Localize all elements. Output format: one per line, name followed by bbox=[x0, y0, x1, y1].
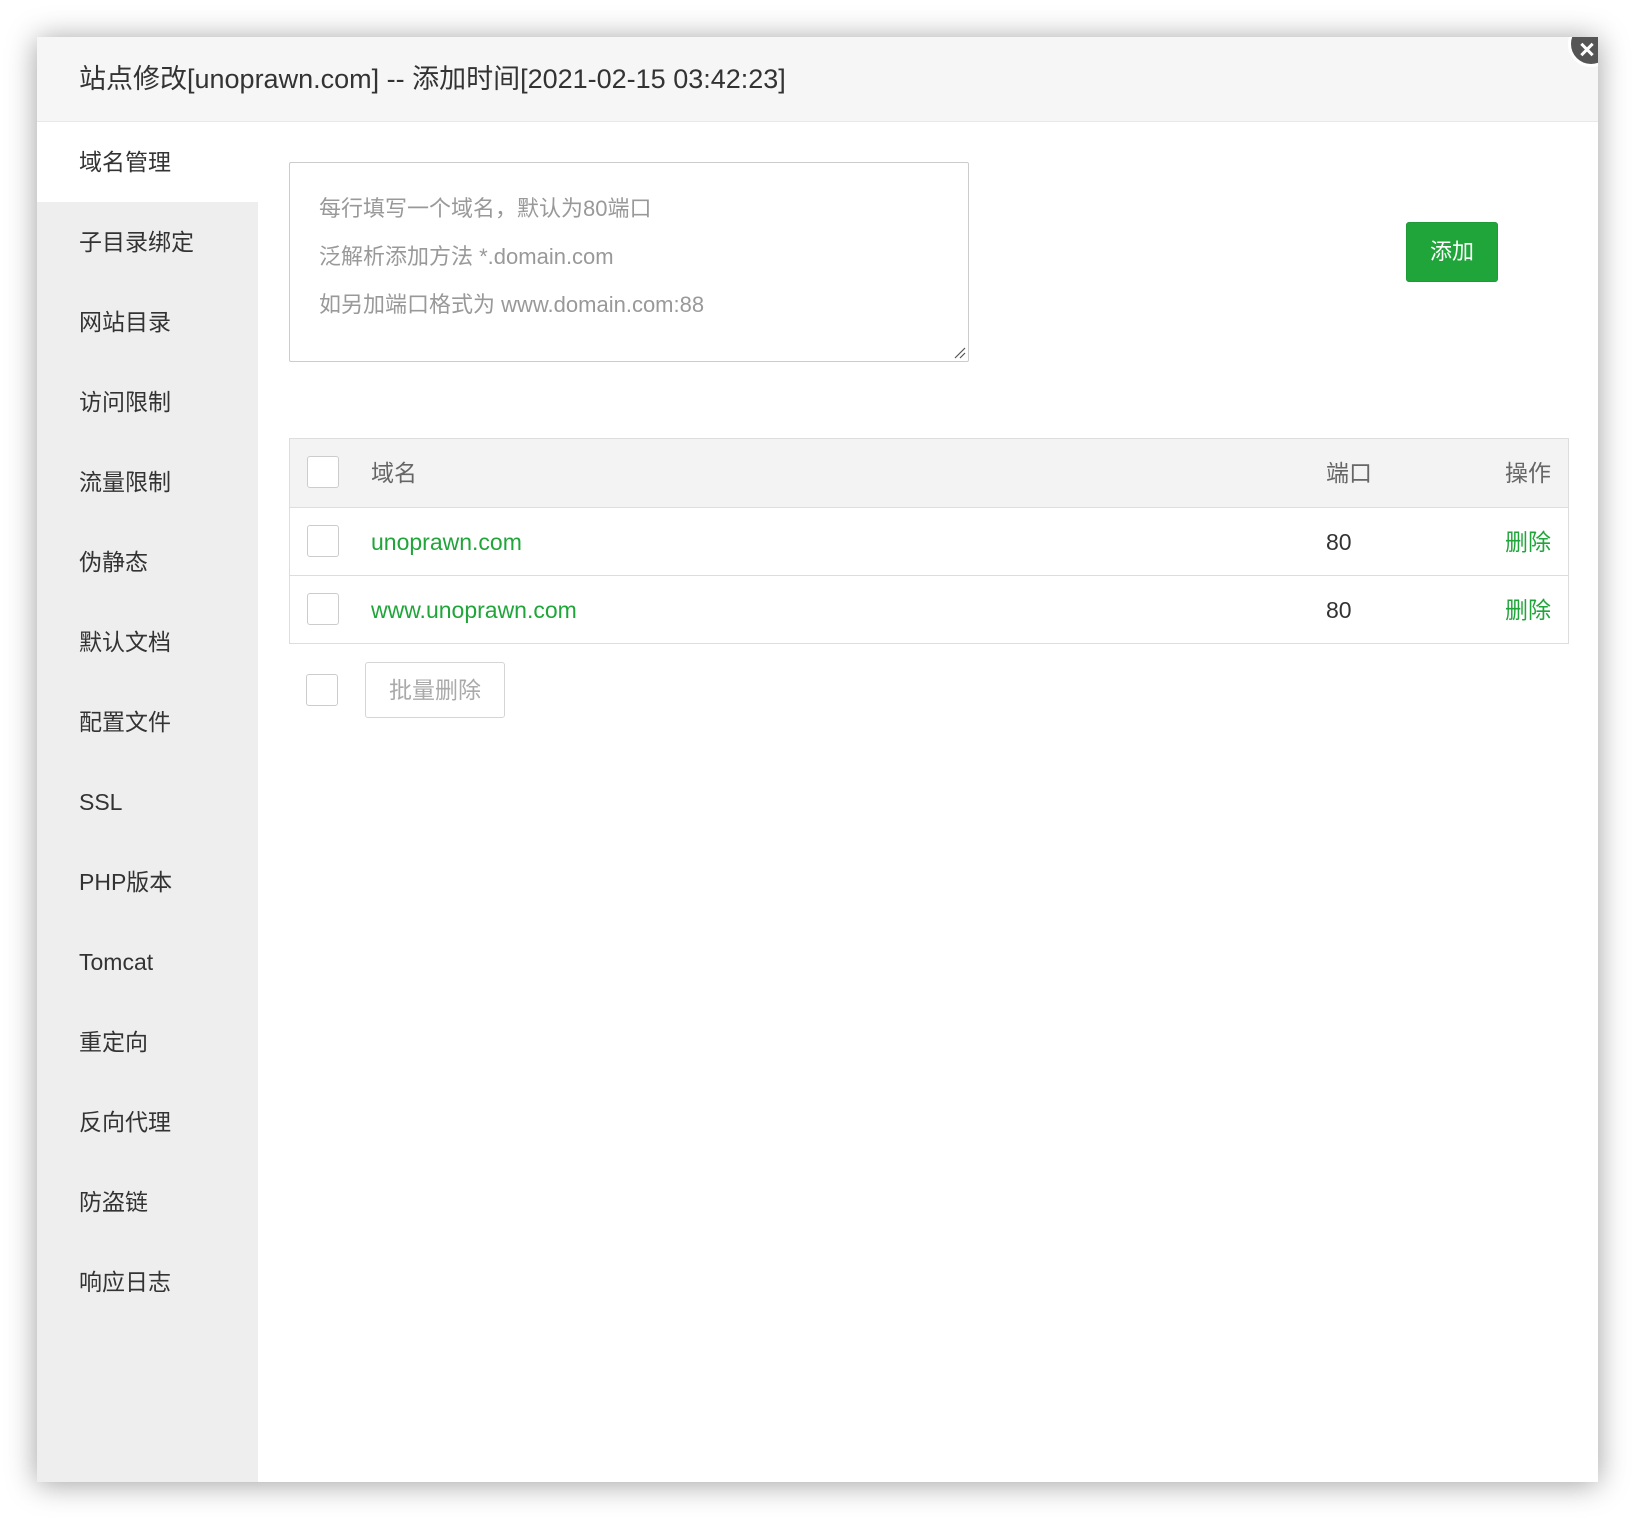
sidebar-item-response-log[interactable]: 响应日志 bbox=[37, 1242, 258, 1322]
table-row: www.unoprawn.com 80 删除 bbox=[290, 575, 1568, 643]
sidebar-item-reverse-proxy[interactable]: 反向代理 bbox=[37, 1082, 258, 1162]
domain-table: 域名 端口 操作 unoprawn.com 80 删除 www.unoprawn… bbox=[289, 438, 1569, 644]
dialog-titlebar: 站点修改[unoprawn.com] -- 添加时间[2021-02-15 03… bbox=[37, 37, 1598, 122]
domain-input[interactable]: 每行填写一个域名，默认为80端口 泛解析添加方法 *.domain.com 如另… bbox=[289, 162, 969, 362]
delete-link[interactable]: 删除 bbox=[1505, 576, 1551, 644]
sidebar-item-tomcat[interactable]: Tomcat bbox=[37, 922, 258, 1002]
site-edit-dialog: 站点修改[unoprawn.com] -- 添加时间[2021-02-15 03… bbox=[37, 37, 1598, 1482]
sidebar-item-rewrite[interactable]: 伪静态 bbox=[37, 522, 258, 602]
domain-link[interactable]: www.unoprawn.com bbox=[371, 576, 577, 644]
column-header-port: 端口 bbox=[1326, 460, 1372, 486]
sidebar-item-traffic-limit[interactable]: 流量限制 bbox=[37, 442, 258, 522]
table-row: unoprawn.com 80 删除 bbox=[290, 507, 1568, 575]
add-domain-button[interactable]: 添加 bbox=[1406, 222, 1498, 282]
sidebar-item-domain-management[interactable]: 域名管理 bbox=[37, 122, 258, 202]
bulk-delete-button[interactable]: 批量删除 bbox=[365, 662, 505, 718]
domain-input-placeholder-line: 泛解析添加方法 *.domain.com bbox=[319, 244, 614, 269]
sidebar-item-redirect[interactable]: 重定向 bbox=[37, 1002, 258, 1082]
column-header-domain: 域名 bbox=[371, 460, 417, 486]
sidebar-item-php-version[interactable]: PHP版本 bbox=[37, 842, 258, 922]
dialog-title: 站点修改[unoprawn.com] -- 添加时间[2021-02-15 03… bbox=[79, 64, 786, 94]
bulk-select-checkbox[interactable] bbox=[306, 674, 338, 706]
settings-sidebar: 域名管理 子目录绑定 网站目录 访问限制 流量限制 伪静态 默认文档 配置文件 … bbox=[37, 122, 258, 1482]
delete-link[interactable]: 删除 bbox=[1505, 508, 1551, 576]
sidebar-item-default-document[interactable]: 默认文档 bbox=[37, 602, 258, 682]
sidebar-item-site-directory[interactable]: 网站目录 bbox=[37, 282, 258, 362]
select-all-checkbox[interactable] bbox=[307, 456, 339, 488]
sidebar-item-hotlink-protection[interactable]: 防盗链 bbox=[37, 1162, 258, 1242]
column-header-action: 操作 bbox=[1505, 460, 1551, 486]
sidebar-item-subdirectory-binding[interactable]: 子目录绑定 bbox=[37, 202, 258, 282]
resize-handle-icon[interactable] bbox=[954, 347, 966, 359]
port-value: 80 bbox=[1326, 529, 1352, 555]
bulk-action-bar: 批量删除 bbox=[289, 662, 689, 718]
sidebar-item-access-restriction[interactable]: 访问限制 bbox=[37, 362, 258, 442]
sidebar-item-config-file[interactable]: 配置文件 bbox=[37, 682, 258, 762]
sidebar-item-ssl[interactable]: SSL bbox=[37, 762, 258, 842]
table-header-row: 域名 端口 操作 bbox=[290, 439, 1568, 507]
domain-input-placeholder-line: 每行填写一个域名，默认为80端口 bbox=[319, 196, 652, 221]
row-checkbox[interactable] bbox=[307, 593, 339, 625]
row-checkbox[interactable] bbox=[307, 525, 339, 557]
port-value: 80 bbox=[1326, 597, 1352, 623]
domain-management-panel: 每行填写一个域名，默认为80端口 泛解析添加方法 *.domain.com 如另… bbox=[258, 122, 1598, 1482]
domain-link[interactable]: unoprawn.com bbox=[371, 508, 522, 576]
domain-input-placeholder-line: 如另加端口格式为 www.domain.com:88 bbox=[319, 292, 705, 317]
